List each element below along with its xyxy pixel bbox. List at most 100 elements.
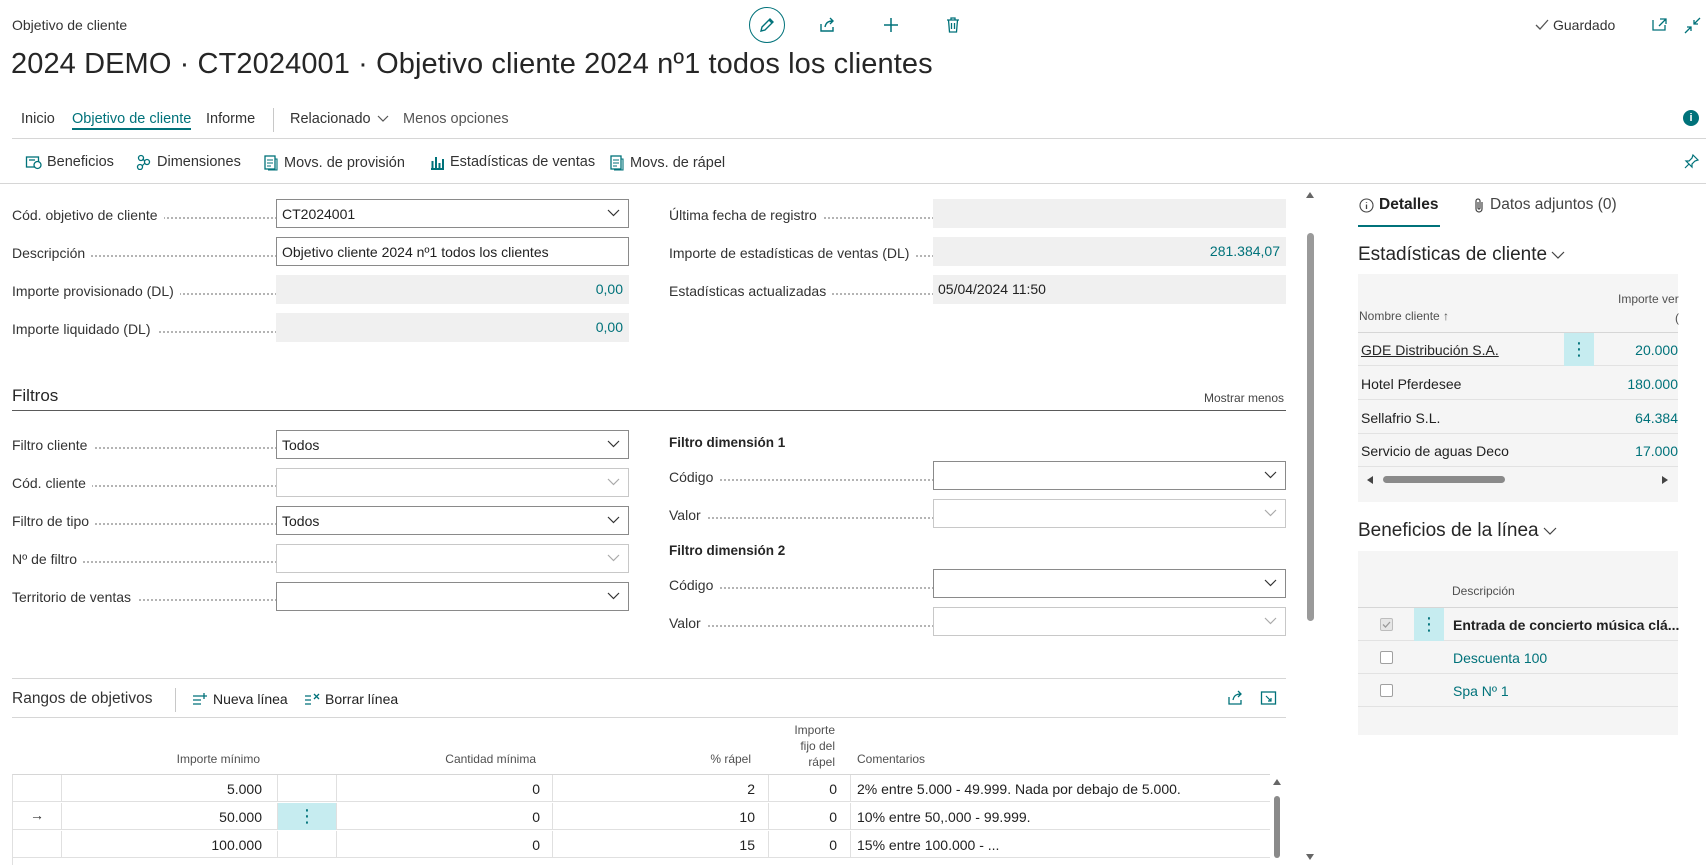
open-new-window-button[interactable] — [1651, 17, 1668, 32]
checkbox[interactable] — [1380, 684, 1393, 697]
cell-importe-fijo[interactable]: 0 — [772, 837, 837, 853]
territorio-ventas-field[interactable] — [276, 582, 629, 611]
table-row[interactable]: Sellafrio S.L. 64.384 — [1358, 401, 1678, 434]
less-options-button[interactable]: Menos opciones — [403, 111, 509, 127]
table-row[interactable]: Servicio de aguas Deco 17.000 — [1358, 434, 1678, 467]
show-less-link[interactable]: Mostrar menos — [1204, 391, 1284, 405]
filtro-cliente-field[interactable]: Todos — [276, 430, 629, 459]
stats-scroll-right-icon[interactable] — [1661, 475, 1669, 485]
cell-cantidad-minima[interactable]: 0 — [342, 781, 540, 797]
row-actions-button[interactable]: ⋮ — [1414, 608, 1444, 641]
col-descripcion[interactable]: Descripción — [1452, 584, 1515, 598]
cell-importe-minimo[interactable]: 50.000 — [72, 809, 262, 825]
estadisticas-cliente-title[interactable]: Estadísticas de cliente — [1358, 244, 1565, 266]
cell-descripcion[interactable]: Descuenta 100 — [1453, 650, 1547, 666]
cell-importe-fijo[interactable]: 0 — [772, 809, 837, 825]
table-row[interactable]: ⋮ Entrada de concierto música clá... — [1358, 608, 1679, 641]
tab-objetivo-de-cliente[interactable]: Objetivo de cliente — [72, 111, 192, 130]
filtro-tipo-field[interactable]: Todos — [276, 506, 629, 535]
col-pct-rapel[interactable]: % rápel — [570, 752, 751, 766]
importe-liquidado-value[interactable]: 0,00 — [276, 313, 629, 342]
dim2-codigo-field[interactable] — [933, 569, 1286, 598]
dim1-codigo-field[interactable] — [933, 461, 1286, 490]
cell-nombre-cliente[interactable]: Sellafrio S.L. — [1361, 410, 1440, 426]
checkbox[interactable] — [1380, 618, 1393, 631]
col-cantidad-minima[interactable]: Cantidad mínima — [340, 752, 536, 766]
cell-importe-minimo[interactable]: 5.000 — [72, 781, 262, 797]
table-row[interactable]: Descuenta 100 — [1358, 641, 1678, 674]
row-actions-button[interactable]: ⋮ — [278, 803, 336, 830]
info-icon[interactable]: i — [1683, 110, 1699, 126]
cell-importe-fijo[interactable]: 0 — [772, 781, 837, 797]
delete-button[interactable] — [935, 7, 971, 43]
cell-importe-minimo[interactable]: 100.000 — [72, 837, 262, 853]
chevron-down-icon[interactable] — [1264, 579, 1277, 587]
col-comentarios[interactable]: Comentarios — [857, 752, 925, 766]
no-filtro-field[interactable] — [276, 544, 629, 573]
beneficios-action[interactable]: Beneficios — [25, 154, 114, 170]
chevron-down-icon[interactable] — [607, 478, 620, 486]
cell-descripcion[interactable]: Entrada de concierto música clá... — [1453, 617, 1679, 633]
dim1-valor-field[interactable] — [933, 499, 1286, 528]
col-importe-fijo[interactable]: Importe fijo del rápel — [770, 722, 835, 770]
cell-nombre-cliente[interactable]: Hotel Pferdesee — [1361, 376, 1461, 392]
chevron-down-icon[interactable] — [1264, 471, 1277, 479]
stats-scrollbar-thumb[interactable] — [1383, 476, 1505, 483]
chevron-down-icon[interactable] — [1264, 509, 1277, 517]
collapse-button[interactable] — [1684, 17, 1701, 34]
col-importe-minimo[interactable]: Importe mínimo — [60, 752, 260, 766]
movs-provision-action[interactable]: Movs. de provisión — [263, 154, 405, 171]
col-importe-ventas[interactable]: Importe ver — [1618, 292, 1679, 306]
cell-nombre-cliente[interactable]: Servicio de aguas Deco — [1361, 443, 1509, 459]
col-nombre-cliente[interactable]: Nombre cliente ↑ — [1359, 309, 1449, 323]
descripcion-field[interactable]: Objetivo cliente 2024 nº1 todos los clie… — [276, 237, 629, 266]
cell-pct-rapel[interactable]: 2 — [562, 781, 755, 797]
dim2-valor-field[interactable] — [933, 607, 1286, 636]
table-row[interactable]: 100.000 0 15 0 15% entre 100.000 - ... — [12, 831, 1270, 858]
cell-cantidad-minima[interactable]: 0 — [342, 837, 540, 853]
personalize-button[interactable] — [1683, 153, 1700, 170]
cod-objetivo-field[interactable]: CT2024001 — [276, 199, 629, 228]
delete-line-button[interactable]: Borrar línea — [304, 691, 398, 707]
new-button[interactable] — [873, 7, 909, 43]
chevron-down-icon[interactable] — [607, 592, 620, 600]
tab-inicio[interactable]: Inicio — [21, 111, 55, 127]
cell-descripcion[interactable]: Spa Nº 1 — [1453, 683, 1509, 699]
cell-comentarios[interactable]: 10% entre 50,.000 - 99.999. — [857, 809, 1031, 825]
table-row[interactable]: → 50.000 ⋮ 0 10 0 10% entre 50,.000 - 99… — [12, 803, 1270, 830]
main-scroll-up-icon[interactable] — [1305, 191, 1315, 199]
movs-rapel-action[interactable]: Movs. de rápel — [609, 154, 725, 171]
filtros-section-title[interactable]: Filtros — [12, 386, 58, 406]
tab-detalles[interactable]: Detalles — [1359, 196, 1438, 214]
grid-scrollbar-thumb[interactable] — [1274, 796, 1280, 858]
cell-pct-rapel[interactable]: 10 — [562, 809, 755, 825]
tab-relacionado[interactable]: Relacionado — [290, 111, 389, 127]
share-button[interactable] — [810, 7, 846, 43]
cell-pct-rapel[interactable]: 15 — [562, 837, 755, 853]
main-scroll-down-icon[interactable] — [1305, 853, 1315, 861]
grid-scroll-up-icon[interactable] — [1272, 778, 1282, 786]
chevron-down-icon[interactable] — [607, 516, 620, 524]
dimensiones-action[interactable]: Dimensiones — [136, 154, 241, 170]
cell-nombre-cliente[interactable]: GDE Distribución S.A. — [1361, 342, 1499, 358]
stats-scroll-left-icon[interactable] — [1366, 475, 1374, 485]
edit-button[interactable] — [749, 7, 785, 43]
importe-estadisticas-value[interactable]: 281.384,07 — [933, 237, 1286, 266]
table-row[interactable]: GDE Distribución S.A. ⋮ 20.000 — [1358, 333, 1678, 366]
chevron-down-icon[interactable] — [607, 554, 620, 562]
table-row[interactable]: Hotel Pferdesee 180.000 — [1358, 367, 1678, 400]
main-scrollbar-thumb[interactable] — [1307, 233, 1314, 621]
cell-importe-ventas[interactable]: 64.384 — [1608, 410, 1678, 426]
cod-cliente-field[interactable] — [276, 468, 629, 497]
cell-cantidad-minima[interactable]: 0 — [342, 809, 540, 825]
tab-datos-adjuntos[interactable]: Datos adjuntos (0) — [1473, 196, 1617, 214]
beneficios-linea-title[interactable]: Beneficios de la línea — [1358, 520, 1557, 542]
table-row[interactable]: Spa Nº 1 — [1358, 674, 1678, 707]
chevron-down-icon[interactable] — [607, 440, 620, 448]
estadisticas-ventas-action[interactable]: Estadísticas de ventas — [429, 154, 595, 170]
cell-importe-ventas[interactable]: 17.000 — [1608, 443, 1678, 459]
chevron-down-icon[interactable] — [607, 209, 620, 217]
cell-importe-ventas[interactable]: 20.000 — [1608, 342, 1678, 358]
tab-informe[interactable]: Informe — [206, 111, 255, 127]
rangos-title[interactable]: Rangos de objetivos — [12, 690, 152, 708]
